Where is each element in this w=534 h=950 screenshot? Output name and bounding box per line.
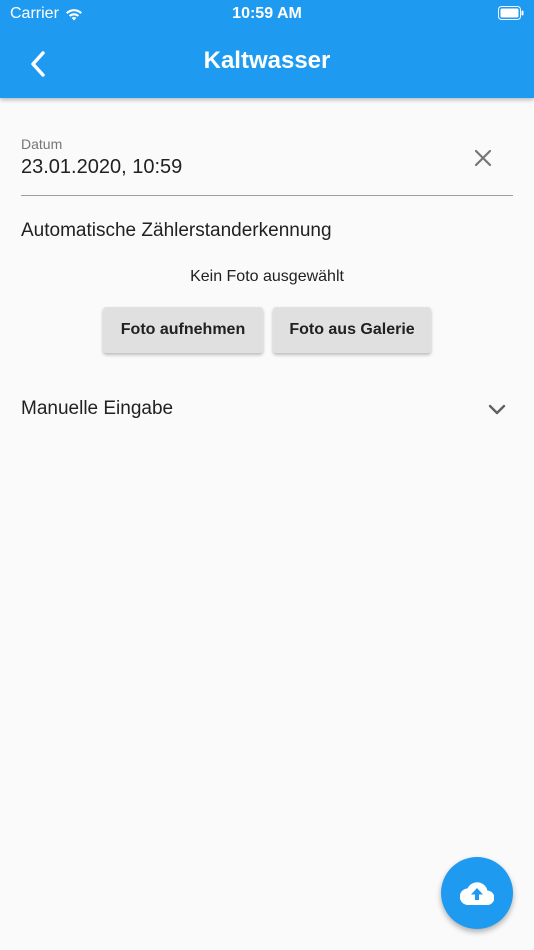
take-photo-label: Foto aufnehmen — [120, 321, 246, 338]
date-field-label: Datum — [21, 136, 63, 152]
gallery-button[interactable]: Foto aus Galerie — [273, 307, 431, 353]
cloud-upload-icon — [460, 882, 494, 905]
auto-recognition-title: Automatische Zählerstanderkennung — [21, 220, 332, 241]
date-field-value[interactable]: 23.01.2020, 10:59 — [21, 156, 182, 179]
battery-icon — [498, 6, 524, 20]
photo-status: Kein Foto ausgewählt — [190, 268, 344, 285]
chevron-down-icon[interactable] — [487, 402, 507, 418]
manual-entry-label: Manuelle Eingabe — [21, 398, 174, 419]
upload-fab[interactable] — [441, 857, 513, 929]
status-time: 10:59 AM — [232, 5, 302, 22]
status-bar: Carrier 10:59 AM — [0, 0, 534, 28]
manual-entry-expander[interactable]: Manuelle Eingabe — [21, 390, 513, 430]
gallery-label: Foto aus Galerie — [289, 321, 415, 338]
date-field[interactable]: Datum 23.01.2020, 10:59 — [21, 134, 513, 196]
close-icon[interactable] — [471, 146, 495, 170]
page-title: Kaltwasser — [203, 47, 331, 74]
app-bar: Carrier 10:59 AM Kaltwasser — [0, 0, 534, 98]
take-photo-button[interactable]: Foto aufnehmen — [103, 307, 263, 353]
